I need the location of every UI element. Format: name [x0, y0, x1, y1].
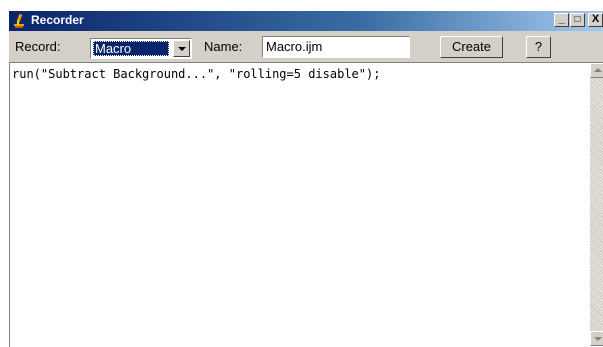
scroll-down-icon[interactable] [590, 331, 603, 346]
window-title: Recorder [31, 13, 84, 27]
name-label: Name: [204, 39, 243, 54]
record-mode-value[interactable]: Macro [93, 41, 169, 56]
minimize-button[interactable]: _ [554, 13, 569, 27]
vertical-scrollbar[interactable] [590, 63, 603, 346]
macro-code[interactable]: run("Subtract Background...", "rolling=5… [12, 67, 380, 81]
close-button[interactable]: X [588, 13, 603, 27]
recorder-toolbar: Record: Macro Name: Macro.ijm Create ? [9, 33, 603, 59]
chevron-down-icon[interactable] [173, 40, 190, 57]
record-mode-select[interactable]: Macro [90, 38, 192, 59]
recorder-window: Recorder _ □ X Record: Macro Name: Macro… [8, 10, 603, 347]
macro-name-input[interactable]: Macro.ijm [262, 36, 410, 58]
maximize-button[interactable]: □ [570, 13, 585, 27]
create-button[interactable]: Create [440, 36, 503, 58]
scroll-up-icon[interactable] [590, 63, 603, 78]
microscope-icon [14, 13, 24, 28]
title-bar[interactable]: Recorder _ □ X [9, 11, 603, 31]
macro-editor[interactable]: run("Subtract Background...", "rolling=5… [9, 62, 603, 347]
record-label: Record: [15, 39, 61, 54]
help-button[interactable]: ? [526, 36, 551, 58]
